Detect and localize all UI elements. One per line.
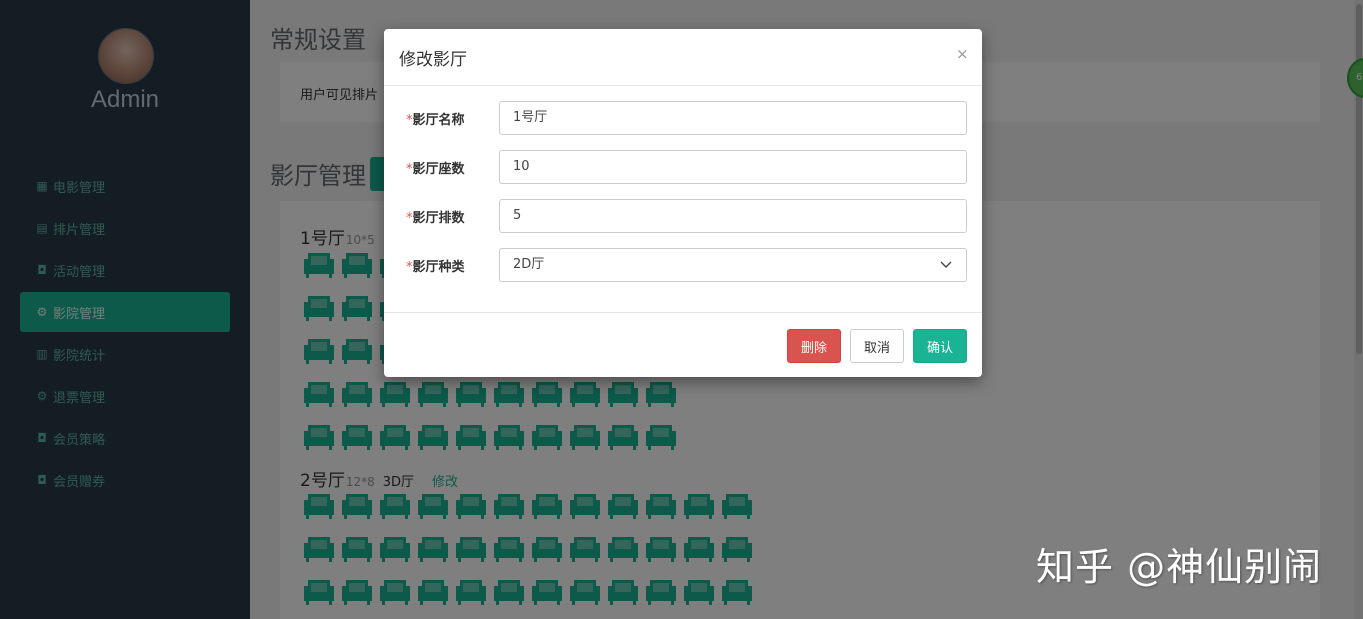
close-icon[interactable]: × [956,45,969,63]
watermark: 知乎 @神仙别闹 [1036,545,1323,589]
hall-name-input[interactable]: 1号厅 [499,101,967,135]
hall-type-label: *影厅种类 [406,260,465,275]
modal-title: 修改影厅 [399,50,467,70]
hall-rows-label: *影厅排数 [406,211,465,226]
modal-footer: 删除 取消 确认 [384,312,982,378]
hall-rows-input[interactable]: 5 [499,199,967,233]
hall-seats-input[interactable]: 10 [499,150,967,184]
confirm-button[interactable]: 确认 [913,329,967,363]
hall-seats-label: *影厅座数 [406,162,465,177]
chevron-down-icon [940,261,952,268]
edit-hall-modal: 修改影厅 × *影厅名称 1号厅 *影厅座数 10 *影厅排数 5 *影厅种类 … [384,29,982,377]
cancel-button[interactable]: 取消 [850,329,904,363]
modal-header: 修改影厅 × [384,29,982,86]
delete-button[interactable]: 删除 [787,329,841,363]
hall-type-selected: 2D厅 [513,257,545,272]
hall-type-select[interactable]: 2D厅 [499,248,967,282]
hall-name-label: *影厅名称 [406,113,465,128]
